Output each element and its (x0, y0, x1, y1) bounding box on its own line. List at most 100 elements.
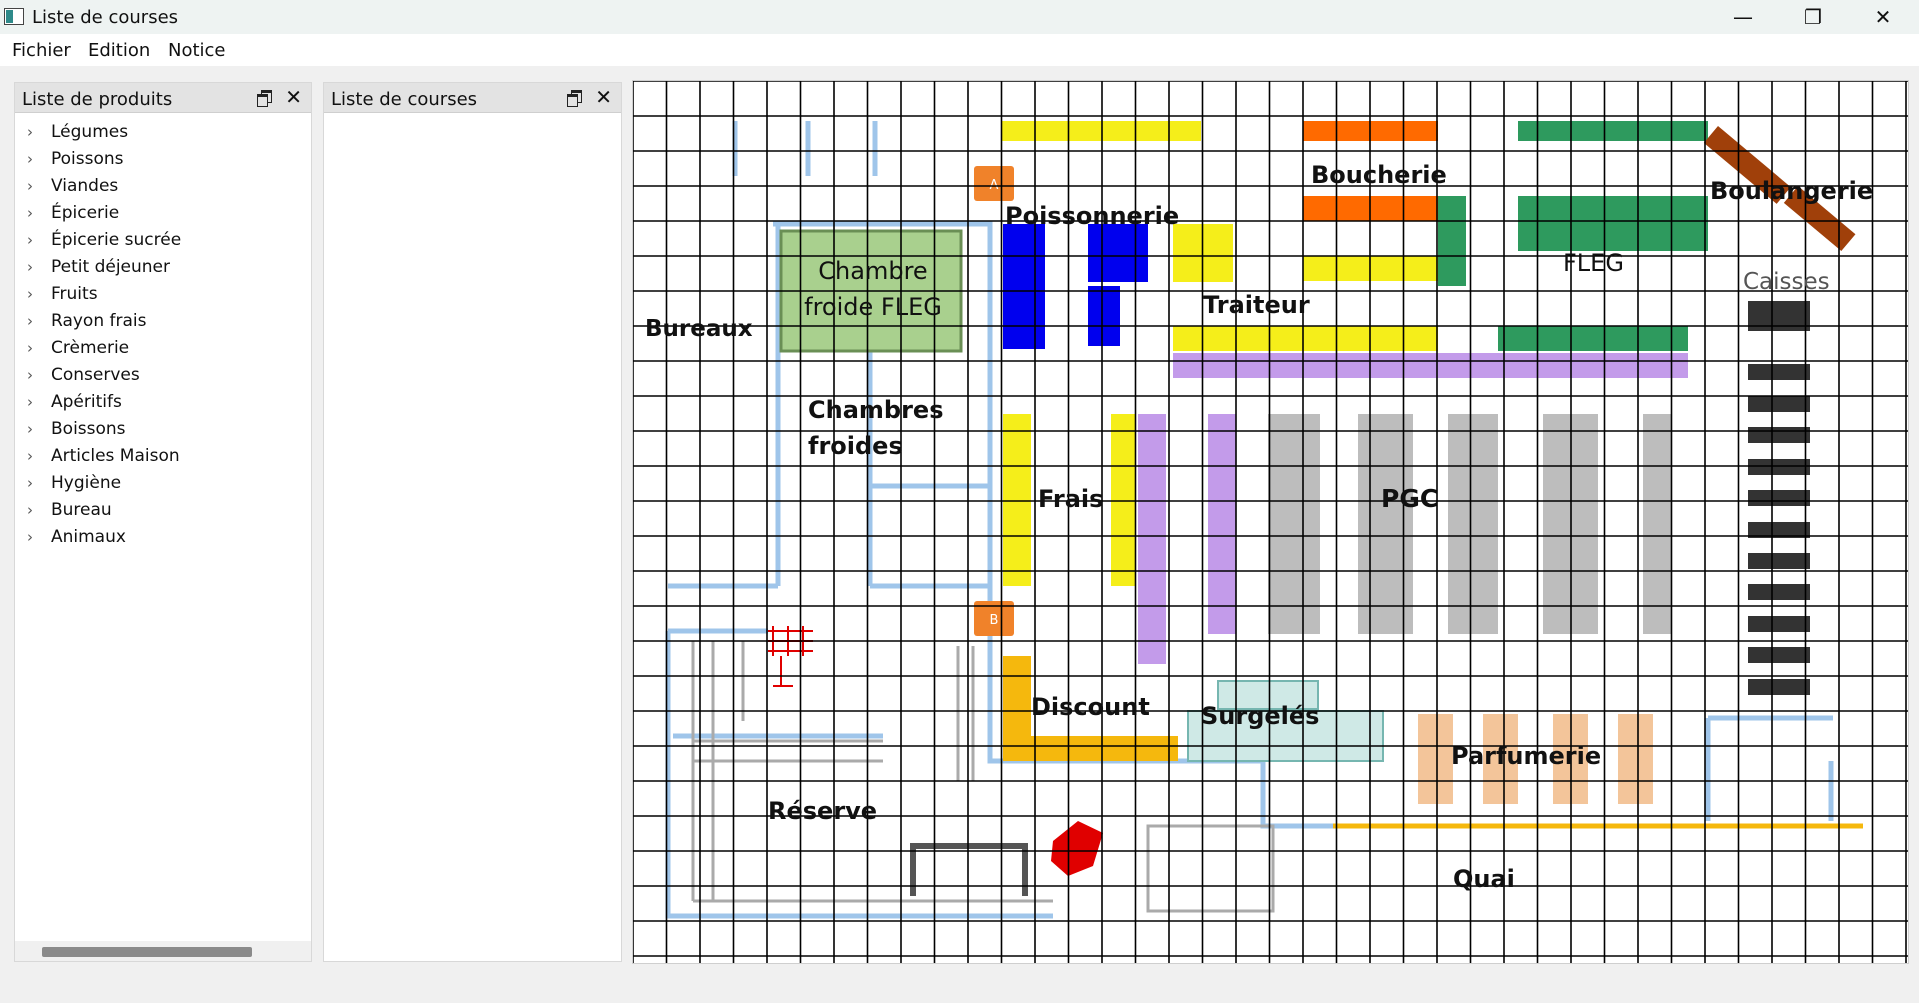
label-reserve: Réserve (768, 797, 877, 825)
tree-item[interactable]: › Animaux (15, 524, 311, 551)
chevron-right-icon[interactable]: › (27, 150, 43, 168)
tree-item-label: Rayon frais (51, 311, 147, 331)
shopping-dock: Liste de courses ✕ (323, 82, 622, 962)
tree-item[interactable]: › Articles Maison (15, 443, 311, 470)
float-icon[interactable] (257, 90, 272, 107)
chevron-right-icon[interactable]: › (27, 528, 43, 546)
tree-item-label: Hygiène (51, 473, 122, 493)
chevron-right-icon[interactable]: › (27, 231, 43, 249)
chevron-right-icon[interactable]: › (27, 312, 43, 330)
chevron-right-icon[interactable]: › (27, 474, 43, 492)
store-map[interactable]: A B Bureaux Chambre froide FLEG Poissonn… (632, 80, 1909, 964)
caisses-counters (1748, 301, 1810, 695)
chevron-right-icon[interactable]: › (27, 177, 43, 195)
window-title: Liste de courses (32, 7, 179, 28)
tree-item[interactable]: › Bureau (15, 497, 311, 524)
label-quai: Quai (1453, 865, 1515, 893)
tree-item[interactable]: › Épicerie sucrée (15, 227, 311, 254)
tree-item[interactable]: › Épicerie (15, 200, 311, 227)
tree-item-label: Animaux (51, 527, 126, 547)
minimize-button[interactable]: — (1708, 0, 1778, 34)
label-boucherie: Boucherie (1311, 161, 1447, 189)
chevron-right-icon[interactable]: › (27, 420, 43, 438)
tree-item[interactable]: › Boissons (15, 416, 311, 443)
tree-item-label: Conserves (51, 365, 140, 385)
menu-edition[interactable]: Edition (88, 40, 150, 61)
label-fleg: FLEG (1563, 249, 1624, 277)
tree-item-label: Bureau (51, 500, 112, 520)
tree-item[interactable]: › Poissons (15, 146, 311, 173)
tree-item[interactable]: › Légumes (15, 119, 311, 146)
chevron-right-icon[interactable]: › (27, 339, 43, 357)
float-icon[interactable] (567, 90, 582, 107)
products-dock: Liste de produits ✕ › Légumes › Poissons › Vi… (14, 82, 312, 962)
tree-item-label: Crèmerie (51, 338, 130, 358)
tree-item[interactable]: › Viandes (15, 173, 311, 200)
chevron-right-icon[interactable]: › (27, 393, 43, 411)
chevron-right-icon[interactable]: › (27, 366, 43, 384)
tree-item-label: Apéritifs (51, 392, 122, 412)
label-caisses: Caisses (1743, 269, 1830, 295)
tree-item-label: Légumes (51, 122, 129, 142)
scrollbar-thumb[interactable] (42, 947, 252, 957)
chevron-right-icon[interactable]: › (27, 204, 43, 222)
close-icon: ✕ (1874, 5, 1892, 29)
tree-item-label: Poissons (51, 149, 124, 169)
restore-icon: ❐ (1804, 5, 1822, 29)
horizontal-scrollbar[interactable] (15, 941, 311, 961)
label-traiteur: Traiteur (1203, 291, 1310, 319)
tree-item[interactable]: › Hygiène (15, 470, 311, 497)
tree-item[interactable]: › Rayon frais (15, 308, 311, 335)
close-icon[interactable]: ✕ (285, 86, 302, 108)
close-button[interactable]: ✕ (1848, 0, 1918, 34)
menu-bar: Fichier Edition Notice (0, 34, 1919, 66)
chevron-right-icon[interactable]: › (27, 447, 43, 465)
label-boulangerie: Boulangerie (1710, 177, 1873, 205)
poissonnerie-shelves (1003, 224, 1148, 349)
title-bar: Liste de courses — ❐ ✕ (0, 0, 1919, 34)
store-map-svg: A B Bureaux Chambre froide FLEG Poissonn… (633, 81, 1908, 963)
label-chambres-1: Chambres (808, 396, 943, 424)
close-icon[interactable]: ✕ (595, 86, 612, 108)
label-frais: Frais (1038, 485, 1103, 513)
chevron-right-icon[interactable]: › (27, 258, 43, 276)
tree-item[interactable]: › Petit déjeuner (15, 254, 311, 281)
shopping-dock-header[interactable]: Liste de courses ✕ (324, 83, 621, 113)
map-labels: Bureaux Chambre froide FLEG Poissonnerie… (645, 161, 1873, 893)
maximize-button[interactable]: ❐ (1778, 0, 1848, 34)
fleg-shelves (1438, 121, 1708, 351)
tree-item-label: Boissons (51, 419, 126, 439)
products-dock-header[interactable]: Liste de produits ✕ (15, 83, 311, 113)
products-dock-title: Liste de produits (22, 89, 173, 110)
chevron-right-icon[interactable]: › (27, 123, 43, 141)
label-chambres-2: froides (808, 432, 903, 460)
tree-item-label: Épicerie sucrée (51, 230, 182, 250)
product-tree: › Légumes › Poissons › Viandes › Épicerie › Épice… (15, 119, 311, 551)
chevron-right-icon[interactable]: › (27, 501, 43, 519)
tree-item-label: Fruits (51, 284, 98, 304)
menu-notice[interactable]: Notice (168, 40, 226, 61)
tree-item-label: Viandes (51, 176, 119, 196)
reserve-frame (910, 843, 1028, 896)
tree-item[interactable]: › Conserves (15, 362, 311, 389)
tree-item[interactable]: › Crèmerie (15, 335, 311, 362)
minimize-icon: — (1733, 5, 1753, 29)
fire-hydrant-icon (768, 626, 813, 687)
pgc-shelves (1268, 414, 1671, 634)
shopping-list[interactable] (324, 115, 621, 959)
tree-item-label: Articles Maison (51, 446, 180, 466)
tree-item-label: Épicerie (51, 203, 120, 223)
label-poissonnerie: Poissonnerie (1005, 202, 1179, 230)
tree-item[interactable]: › Fruits (15, 281, 311, 308)
tree-item-label: Petit déjeuner (51, 257, 170, 277)
marker-a: A (974, 166, 1014, 201)
tree-item[interactable]: › Apéritifs (15, 389, 311, 416)
label-parfumerie: Parfumerie (1451, 742, 1601, 770)
label-pgc: PGC (1381, 484, 1438, 513)
label-discount: Discount (1031, 693, 1150, 721)
chevron-right-icon[interactable]: › (27, 285, 43, 303)
label-chambre-1: Chambre (818, 257, 927, 285)
label-chambre-2: froide FLEG (804, 293, 942, 321)
menu-fichier[interactable]: Fichier (12, 40, 71, 61)
svg-text:B: B (990, 613, 999, 628)
